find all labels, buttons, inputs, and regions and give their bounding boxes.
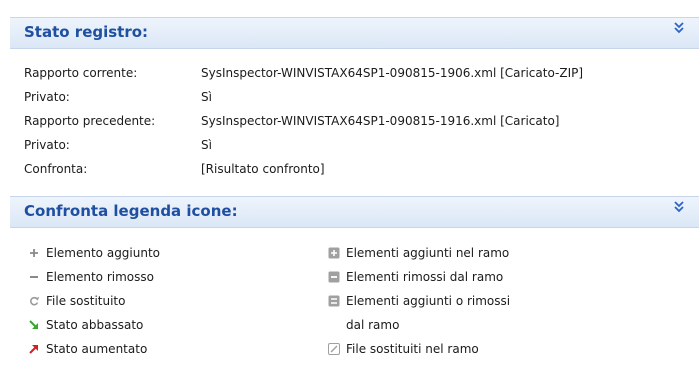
- private-label-1: Privato:: [24, 90, 70, 104]
- legend-label: Stato abbassato: [46, 318, 144, 332]
- replaced-file-icon: [28, 295, 40, 307]
- current-report-value: SysInspector-WINVISTAX64SP1-090815-1906.…: [201, 66, 584, 80]
- private-row-2: Privato: Sì: [24, 138, 212, 152]
- icon-legend-header[interactable]: Confronta legenda icone:: [10, 196, 699, 228]
- legend-label: Elemento aggiunto: [46, 246, 161, 260]
- plus-icon: [28, 247, 40, 259]
- private-row-1: Privato: Sì: [24, 90, 212, 104]
- legend-item-removed: Elemento rimosso: [28, 270, 154, 284]
- icon-legend-title: Confronta legenda icone:: [24, 202, 238, 220]
- legend-label: Elemento rimosso: [46, 270, 154, 284]
- current-report-row: Rapporto corrente: SysInspector-WINVISTAX…: [24, 66, 583, 80]
- previous-report-row: Rapporto precedente: SysInspector-WINVIST…: [24, 114, 559, 128]
- legend-item-raised: Stato aumentato: [28, 342, 147, 356]
- current-report-label: Rapporto corrente:: [24, 66, 138, 80]
- branch-replaced-icon: [328, 343, 340, 355]
- legend-label: File sostituiti nel ramo: [346, 342, 479, 356]
- arrow-down-green-icon: [28, 319, 40, 331]
- compare-value: [Risultato confronto]: [201, 162, 325, 176]
- compare-label: Confronta:: [24, 162, 88, 176]
- legend-label: Elementi aggiunti o rimossi: [346, 294, 511, 308]
- registry-status-title: Stato registro:: [24, 23, 149, 41]
- legend-label: File sostituito: [46, 294, 126, 308]
- legend-item-branch-added-removed: Elementi aggiunti o rimossi: [328, 294, 510, 308]
- registry-status-header[interactable]: Stato registro:: [10, 17, 699, 49]
- private-label-2: Privato:: [24, 138, 70, 152]
- legend-item-branch-removed: Elementi rimossi dal ramo: [328, 270, 503, 284]
- legend-item-lowered: Stato abbassato: [28, 318, 143, 332]
- branch-added-removed-icon: [328, 295, 340, 307]
- legend-label: Elementi aggiunti nel ramo: [346, 246, 510, 260]
- compare-row: Confronta: [Risultato confronto]: [24, 162, 325, 176]
- previous-report-value: SysInspector-WINVISTAX64SP1-090815-1916.…: [201, 114, 560, 128]
- legend-item-added: Elemento aggiunto: [28, 246, 160, 260]
- branch-added-icon: [328, 247, 340, 259]
- arrow-up-red-icon: [28, 343, 40, 355]
- legend-label-continued: dal ramo: [346, 318, 400, 332]
- collapse-chevron-icon[interactable]: [673, 201, 689, 219]
- legend-item-branch-added: Elementi aggiunti nel ramo: [328, 246, 509, 260]
- legend-item-branch-replaced: File sostituiti nel ramo: [328, 342, 479, 356]
- private-value-2: Sì: [201, 138, 212, 152]
- legend-label: Stato aumentato: [46, 342, 148, 356]
- legend-item-replaced: File sostituito: [28, 294, 125, 308]
- collapse-chevron-icon[interactable]: [673, 22, 689, 40]
- branch-removed-icon: [328, 271, 340, 283]
- minus-icon: [28, 271, 40, 283]
- legend-item-branch-added-removed-line2: dal ramo: [346, 318, 399, 332]
- private-value-1: Sì: [201, 90, 212, 104]
- legend-label: Elementi rimossi dal ramo: [346, 270, 504, 284]
- previous-report-label: Rapporto precedente:: [24, 114, 156, 128]
